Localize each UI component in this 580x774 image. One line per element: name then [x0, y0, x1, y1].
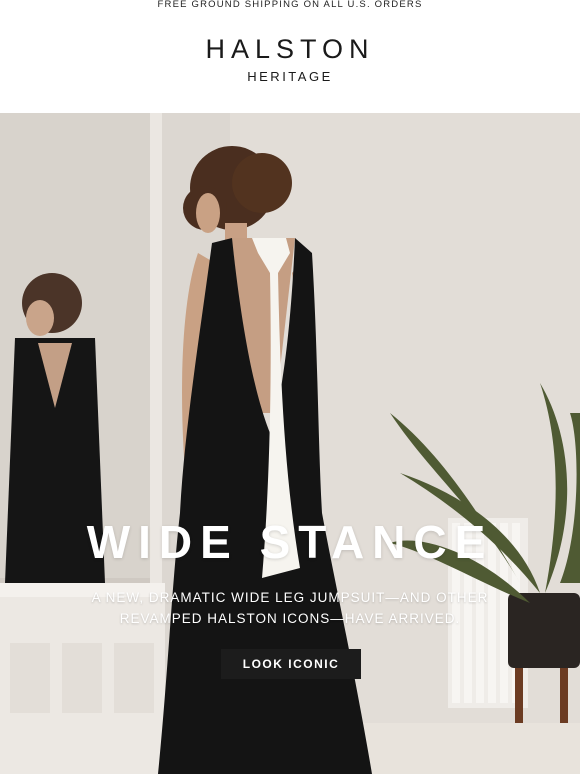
promo-bar: FREE GROUND SHIPPING ON ALL U.S. ORDERS [0, 0, 580, 12]
brand-logo[interactable]: HALSTON [0, 34, 580, 65]
hero-subtitle-line-2: REVAMPED HALSTON ICONS—HAVE ARRIVED. [119, 611, 461, 626]
promo-text: FREE GROUND SHIPPING ON ALL U.S. ORDERS [157, 0, 423, 10]
brand-header: HALSTON HERITAGE [0, 12, 580, 113]
look-iconic-button[interactable]: LOOK ICONIC [221, 649, 361, 679]
hero-title: WIDE STANCE [86, 516, 494, 568]
hero-subtitle: A NEW, DRAMATIC WIDE LEG JUMPSUIT—AND OT… [80, 587, 500, 629]
hero-subtitle-line-1: A NEW, DRAMATIC WIDE LEG JUMPSUIT—AND OT… [91, 590, 489, 605]
brand-sublogo: HERITAGE [247, 69, 333, 84]
hero-banner[interactable]: WIDE STANCE A NEW, DRAMATIC WIDE LEG JUM… [0, 113, 580, 774]
